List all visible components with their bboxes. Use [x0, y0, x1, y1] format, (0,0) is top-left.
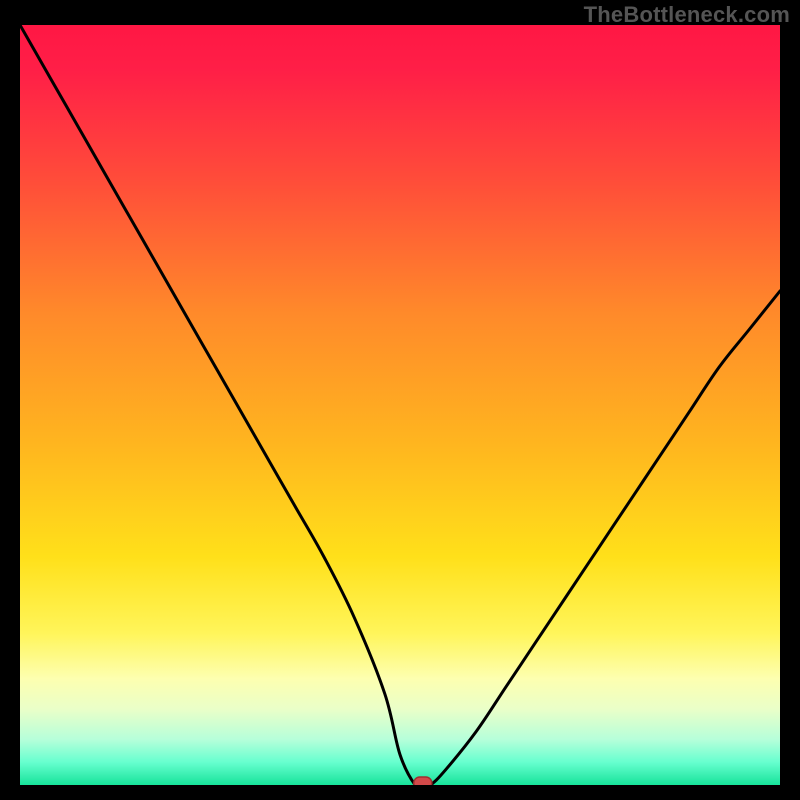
- optimum-marker: [414, 777, 432, 785]
- gradient-background: [20, 25, 780, 785]
- bottleneck-chart: [20, 25, 780, 785]
- plot-area: [20, 25, 780, 785]
- watermark-text: TheBottleneck.com: [584, 2, 790, 28]
- chart-frame: TheBottleneck.com: [0, 0, 800, 800]
